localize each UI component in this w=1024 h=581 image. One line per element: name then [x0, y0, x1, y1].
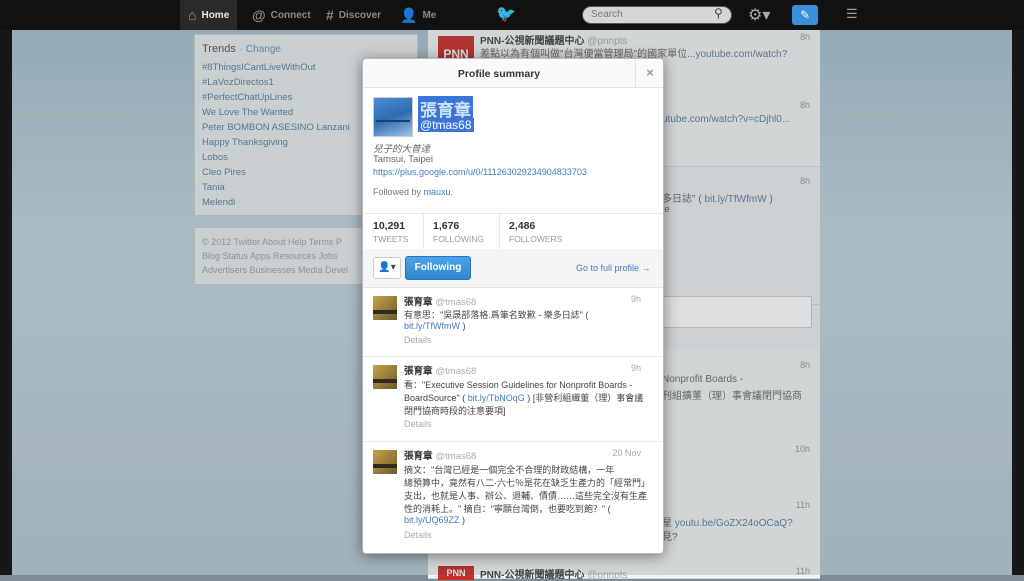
tweet-link[interactable]: bit.ly/TfWfmW [404, 321, 460, 331]
tweet-avatar[interactable] [373, 296, 397, 320]
stat-label: FOLLOWERS [509, 234, 563, 244]
tweet-author[interactable]: 張育章 @tmas68 [404, 294, 476, 308]
stat-following[interactable]: 1,676 FOLLOWING [433, 220, 484, 244]
compose-tweet-button[interactable]: ✎ [792, 5, 818, 25]
tweet-text: 支出，也就是人事、辦公、退輔、債債……這些完全沒有生產 [404, 491, 648, 501]
stat-divider [423, 214, 424, 250]
profile-tweet[interactable]: 張育章 @tmas68 9h 有意思："吳晟部落格.爲筆名致歉 - 樂多日誌" (… [363, 288, 663, 357]
tweet-text: 有意思："吳晟部落格.爲筆名致歉 - 樂多日誌" ( [404, 310, 589, 320]
menu-icon[interactable]: ☰ [846, 6, 858, 22]
tweet-text: 閉門協商時段的注意要項] [404, 406, 506, 416]
tweet-text: 性的消耗上。" 摘自："寧願台灣倒，也要吃到飽？" ( [404, 504, 611, 514]
tweet-author[interactable]: 張育章 @tmas68 [404, 448, 476, 462]
tweet-details-link[interactable]: Details [404, 530, 432, 540]
tweet-time[interactable]: 9h [631, 294, 641, 304]
nav-connect-label: Connect [270, 9, 311, 21]
tweet-author[interactable]: 張育章 @tmas68 [404, 363, 476, 377]
profile-tweet[interactable]: 張育章 @tmas68 20 Nov 摘文："台灣已經是一個完全不合理的財政結構，… [363, 442, 663, 552]
gear-icon[interactable]: ⚙▾ [748, 5, 770, 25]
tweet-text: bit.ly/UQ69ZZ ) [404, 515, 466, 525]
stat-label: TWEETS [373, 234, 409, 244]
profile-avatar[interactable] [373, 97, 413, 137]
nav-me[interactable]: 👤 Me [400, 0, 436, 30]
tweet-text: BoardSource" ( bit.ly/TbNOqG ) [非營利組織董（理… [404, 393, 644, 403]
tweet-text: 看："Executive Session Guidelines for Nonp… [404, 380, 633, 390]
compose-icon: ✎ [799, 8, 811, 22]
person-icon: 👤 [400, 6, 418, 23]
tweet-time[interactable]: 9h [631, 363, 641, 373]
nav-home-label: Home [201, 9, 230, 21]
tweet-details-link[interactable]: Details [404, 335, 432, 345]
tweet-text: 摘文："台灣已經是一個完全不合理的財政結構，一年 [404, 465, 615, 475]
stat-number: 10,291 [373, 220, 406, 232]
nav-me-label: Me [422, 9, 437, 21]
profile-location: Tamsui, Taipei [373, 154, 434, 165]
at-icon: @ [252, 7, 266, 23]
tweet-avatar[interactable] [373, 450, 397, 474]
top-navigation-bar: ⌂ Home @ Connect # Discover 👤 Me 🐦 Searc… [0, 0, 1024, 30]
profile-stats: 10,291 TWEETS 1,676 FOLLOWING 2,486 FOLL… [363, 213, 663, 251]
stat-divider [499, 214, 500, 250]
tweet-time[interactable]: 20 Nov [612, 448, 641, 458]
close-icon[interactable]: × [635, 59, 663, 87]
stat-number: 1,676 [433, 220, 460, 232]
tweet-details-link[interactable]: Details [404, 419, 432, 429]
search-icon[interactable]: ⚲ [714, 6, 723, 20]
stat-label: FOLLOWING [433, 234, 485, 244]
search-input[interactable]: Search [582, 6, 732, 24]
followed-by: Followed by mauxu. [373, 187, 454, 197]
tweet-link[interactable]: bit.ly/TbNOqG [468, 393, 525, 403]
following-button[interactable]: Following [405, 256, 471, 280]
nav-connect[interactable]: @ Connect [252, 0, 311, 30]
stat-followers[interactable]: 2,486 FOLLOWERS [509, 220, 562, 244]
tweet-avatar[interactable] [373, 365, 397, 389]
followed-by-user-link[interactable]: mauxu. [424, 187, 454, 197]
profile-summary-modal: Profile summary × 張育章 @tmas68 兒子的大普達 Tam… [362, 58, 664, 554]
nav-discover-label: Discover [338, 9, 382, 21]
nav-discover[interactable]: # Discover [326, 0, 381, 30]
go-to-full-profile-link[interactable]: Go to full profile → [576, 263, 651, 273]
modal-header: Profile summary × [363, 59, 663, 88]
profile-tweet[interactable]: 張育章 @tmas68 9h 看："Executive Session Guide… [363, 357, 663, 442]
stat-number: 2,486 [509, 220, 536, 232]
twitter-bird-icon[interactable]: 🐦 [496, 4, 516, 24]
profile-url[interactable]: https://plus.google.com/u/0/111263029234… [373, 167, 587, 177]
home-icon: ⌂ [188, 7, 197, 23]
profile-bio: 兒子的大普達 [373, 144, 431, 155]
user-dropdown-icon[interactable]: 👤▾ [373, 257, 401, 279]
hashtag-icon: # [326, 7, 334, 23]
modal-title: Profile summary [457, 68, 541, 80]
nav-home[interactable]: ⌂ Home [180, 0, 238, 30]
profile-actions: 👤▾ Following Go to full profile → [363, 249, 663, 288]
profile-handle: @tmas68 [418, 118, 474, 132]
tweet-link[interactable]: bit.ly/UQ69ZZ [404, 515, 460, 525]
tweet-text: bit.ly/TfWfmW ) [404, 321, 466, 331]
tweet-text: 總預算中，竟然有八二·六七％是花在缺乏生產力的「經常門」 [404, 478, 650, 488]
stat-tweets[interactable]: 10,291 TWEETS [373, 220, 408, 244]
